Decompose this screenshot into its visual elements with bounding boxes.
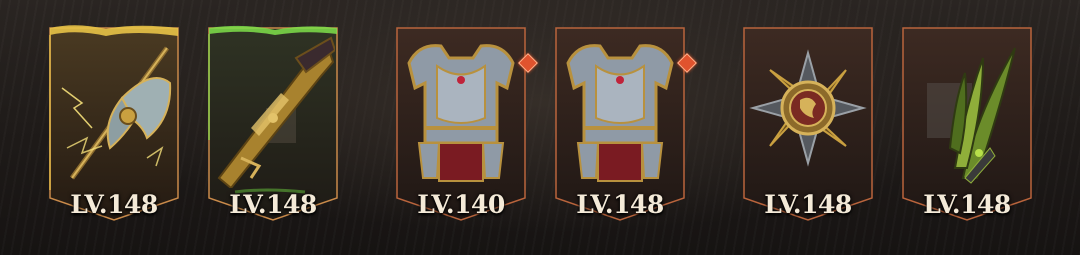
equipment-slot-armor[interactable]: LV.148: [552, 20, 697, 225]
equipment-slot-armor[interactable]: LV.140: [393, 20, 538, 225]
equipment-slot-medal[interactable]: LV.148: [740, 20, 876, 225]
golden-axe-icon: [61, 46, 172, 180]
item-level: LV.148: [923, 190, 1011, 219]
item-level: LV.148: [576, 190, 664, 219]
medal-emblem-icon: [749, 49, 867, 167]
golden-gun-icon: [217, 36, 335, 188]
item-level: LV.148: [229, 190, 317, 219]
chest-armor-icon: [407, 44, 515, 182]
equipment-slot-axe[interactable]: LV.148: [46, 20, 182, 225]
item-level: LV.140: [417, 190, 505, 219]
equipment-slot-plume[interactable]: LV.148: [899, 20, 1035, 225]
chest-armor-icon: [566, 44, 674, 182]
item-level: LV.148: [764, 190, 852, 219]
feathered-plume-icon: [927, 47, 1016, 184]
equipment-strip: LV.148 LV.148 LV.140 LV.148 LV.148 LV.14…: [0, 0, 1080, 255]
item-level: LV.148: [70, 190, 158, 219]
equipment-slot-gun[interactable]: LV.148: [205, 20, 341, 225]
